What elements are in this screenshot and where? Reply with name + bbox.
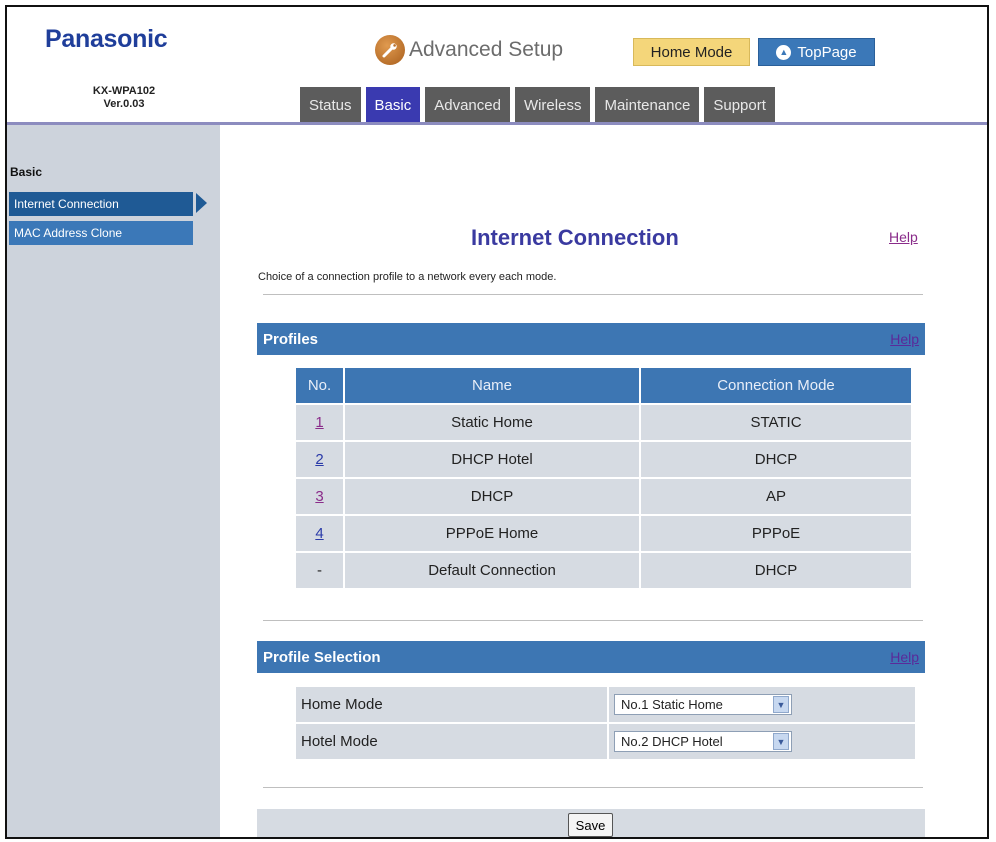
chevron-down-icon: ▼: [773, 733, 789, 750]
tab-wireless[interactable]: Wireless: [514, 87, 591, 124]
help-link-profile-selection[interactable]: Help: [890, 649, 919, 665]
profile-number: -: [296, 553, 343, 588]
active-pointer-icon: [196, 193, 207, 213]
profile-selection-table: Home Mode No.1 Static Home ▼ Hotel Mode …: [294, 685, 917, 761]
model-name: KX-WPA102: [92, 85, 156, 97]
table-row: 1 Static Home STATIC: [296, 405, 911, 440]
profile-number-link[interactable]: 1: [315, 414, 323, 431]
profile-selection-header: Profile Selection Help: [257, 641, 925, 673]
hotel-mode-select[interactable]: No.2 DHCP Hotel ▼: [614, 731, 792, 752]
profile-name: Default Connection: [345, 553, 639, 588]
divider: [263, 294, 923, 295]
setup-heading: Advanced Setup: [375, 35, 563, 65]
page-description: Choice of a connection profile to a netw…: [258, 271, 557, 283]
profile-connection-mode: STATIC: [641, 405, 911, 440]
profiles-header: Profiles Help: [257, 323, 925, 355]
hotel-mode-selected-value: No.2 DHCP Hotel: [621, 734, 723, 749]
home-mode-selected-value: No.1 Static Home: [621, 697, 723, 712]
top-page-button[interactable]: ▲ TopPage: [758, 38, 875, 66]
table-row: 2 DHCP Hotel DHCP: [296, 442, 911, 477]
help-link-page[interactable]: Help: [889, 229, 918, 245]
profiles-title: Profiles: [263, 330, 319, 348]
column-header-name: Name: [345, 368, 639, 403]
column-header-connection-mode: Connection Mode: [641, 368, 911, 403]
profiles-table: No. Name Connection Mode 1 Static Home S…: [294, 366, 913, 590]
tab-maintenance[interactable]: Maintenance: [595, 87, 700, 124]
column-header-no: No.: [296, 368, 343, 403]
profile-number-link[interactable]: 4: [315, 525, 323, 542]
top-page-label: TopPage: [797, 43, 857, 61]
sidebar-item-internet-connection[interactable]: Internet Connection: [9, 192, 193, 216]
tab-status[interactable]: Status: [300, 87, 361, 124]
divider: [263, 787, 923, 788]
setup-title: Advanced Setup: [409, 38, 564, 61]
arrow-up-icon: ▲: [776, 44, 792, 60]
profile-name: DHCP Hotel: [345, 442, 639, 477]
profile-name: Static Home: [345, 405, 639, 440]
main-tabs: Status Basic Advanced Wireless Maintenan…: [300, 87, 775, 124]
profile-connection-mode: DHCP: [641, 553, 911, 588]
divider: [263, 620, 923, 621]
profile-connection-mode: PPPoE: [641, 516, 911, 551]
table-row: Hotel Mode No.2 DHCP Hotel ▼: [296, 724, 915, 759]
tab-advanced[interactable]: Advanced: [425, 87, 510, 124]
profile-name: PPPoE Home: [345, 516, 639, 551]
profile-connection-mode: AP: [641, 479, 911, 514]
profile-connection-mode: DHCP: [641, 442, 911, 477]
chevron-down-icon: ▼: [773, 696, 789, 713]
tab-basic[interactable]: Basic: [365, 87, 421, 124]
sidebar-item-mac-address-clone[interactable]: MAC Address Clone: [9, 221, 193, 245]
save-bar: Save: [257, 809, 925, 837]
help-link-profiles[interactable]: Help: [890, 331, 919, 347]
home-mode-label: Home Mode: [296, 687, 607, 722]
browser-frame: Panasonic KX-WPA102 Ver.0.03 Advanced Se…: [5, 5, 989, 839]
brand-logo: Panasonic: [45, 25, 168, 53]
mode-badge: Home Mode: [633, 38, 750, 66]
tab-support[interactable]: Support: [704, 87, 775, 124]
model-version: KX-WPA102 Ver.0.03: [69, 85, 179, 111]
page-title: Internet Connection: [471, 225, 679, 250]
firmware-version: Ver.0.03: [103, 98, 145, 110]
profile-name: DHCP: [345, 479, 639, 514]
hotel-mode-label: Hotel Mode: [296, 724, 607, 759]
profile-number-link[interactable]: 2: [315, 451, 323, 468]
table-row: 3 DHCP AP: [296, 479, 911, 514]
table-row: - Default Connection DHCP: [296, 553, 911, 588]
save-button[interactable]: Save: [568, 813, 613, 837]
wrench-icon: [375, 35, 405, 65]
profile-selection-title: Profile Selection: [263, 648, 381, 666]
sidebar-heading: Basic: [10, 165, 43, 179]
table-row: Home Mode No.1 Static Home ▼: [296, 687, 915, 722]
sidebar: Basic Internet Connection MAC Address Cl…: [7, 125, 220, 837]
table-row: 4 PPPoE Home PPPoE: [296, 516, 911, 551]
profile-number-link[interactable]: 3: [315, 488, 323, 505]
table-header-row: No. Name Connection Mode: [296, 368, 911, 403]
home-mode-select[interactable]: No.1 Static Home ▼: [614, 694, 792, 715]
